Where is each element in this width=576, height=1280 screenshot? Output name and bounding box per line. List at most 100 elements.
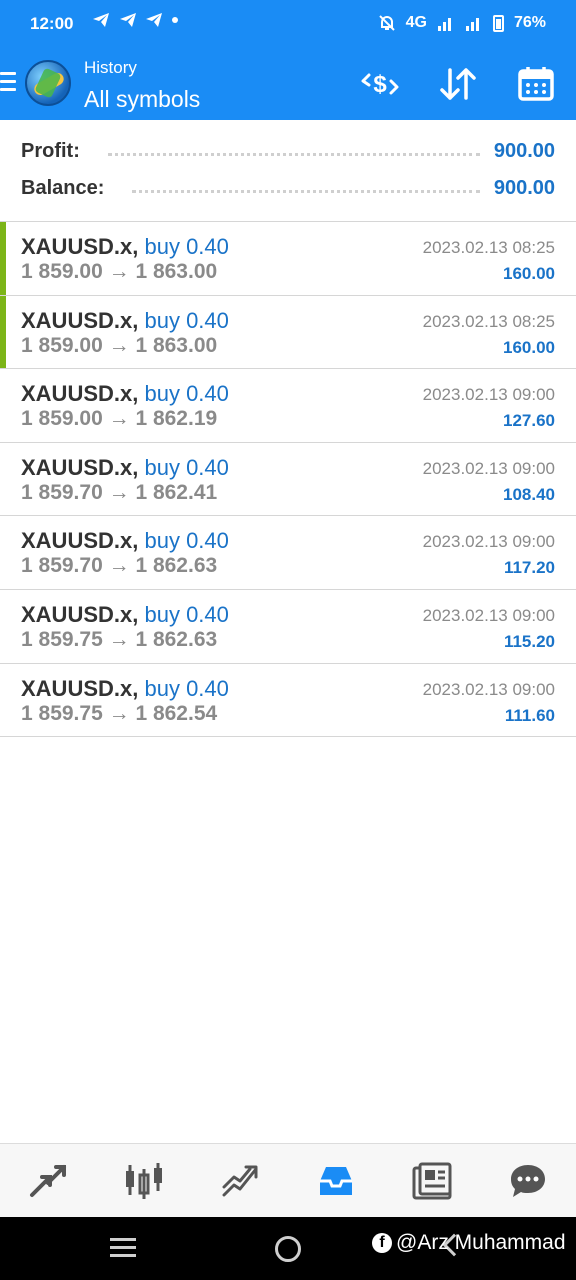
chat-icon[interactable] — [480, 1144, 576, 1217]
network-label: 4G — [405, 14, 427, 31]
menu-icon[interactable] — [0, 72, 16, 92]
deal-row[interactable]: XAUUSD.x, buy 0.40 1 859.00 → 1 863.00 202… — [0, 295, 576, 370]
deal-title: XAUUSD.x, buy 0.40 — [21, 308, 229, 334]
deal-symbol: XAUUSD.x, — [21, 454, 139, 480]
sort-icon[interactable] — [436, 62, 480, 106]
deal-row[interactable]: XAUUSD.x, buy 0.40 1 859.70 → 1 862.63 202… — [0, 516, 576, 590]
arrow-icon: → — [108, 407, 130, 431]
deal-type: buy 0.40 — [144, 307, 229, 333]
close-price: 1 862.63 — [135, 554, 218, 578]
arrow-icon: → — [108, 260, 130, 283]
deal-title: XAUUSD.x, buy 0.40 — [21, 602, 229, 628]
deal-type: buy 0.40 — [144, 381, 229, 407]
deal-marker — [0, 222, 6, 295]
open-price: 1 859.00 — [21, 333, 103, 357]
deal-prices: 1 859.70 → 1 862.63 — [21, 554, 217, 578]
close-price: 1 863.00 — [135, 333, 218, 357]
page-title[interactable]: All symbols — [84, 86, 200, 113]
deal-time: 2023.02.13 09:00 — [422, 385, 555, 405]
deal-prices: 1 859.75 → 1 862.54 — [21, 702, 217, 726]
home-icon[interactable] — [275, 1236, 301, 1262]
arrow-icon: → — [108, 627, 130, 651]
currency-exchange-icon[interactable]: $ — [358, 62, 402, 106]
open-price: 1 859.00 — [21, 260, 103, 283]
deal-marker — [0, 295, 6, 369]
calendar-icon[interactable] — [514, 62, 558, 106]
deal-type: buy 0.40 — [144, 454, 229, 480]
telegram-icon — [119, 13, 136, 27]
dot-icon — [172, 17, 179, 23]
news-icon[interactable] — [384, 1144, 480, 1217]
balance-row: Balance: 900.00 — [21, 173, 555, 203]
open-price: 1 859.70 — [21, 554, 103, 578]
deal-symbol: XAUUSD.x, — [21, 381, 139, 407]
deal-type: buy 0.40 — [144, 528, 229, 554]
arrow-icon: → — [108, 480, 130, 504]
telegram-icon — [93, 13, 109, 27]
chart-icon[interactable] — [96, 1144, 192, 1217]
deal-row[interactable]: XAUUSD.x, buy 0.40 1 859.70 → 1 862.41 202… — [0, 443, 576, 517]
app-bar: History All symbols $ — [0, 48, 576, 120]
quotes-icon[interactable] — [0, 1144, 96, 1217]
muted-bell-icon — [378, 15, 395, 31]
profit-value: 900.00 — [493, 139, 555, 162]
open-price: 1 859.75 — [21, 627, 103, 651]
balance-label: Balance: — [21, 176, 105, 199]
open-price: 1 859.75 — [21, 701, 103, 725]
status-bar: 12:00 4G 76% — [0, 0, 576, 48]
deal-row[interactable]: XAUUSD.x, buy 0.40 1 859.00 → 1 863.00 202… — [0, 222, 576, 296]
deal-time: 2023.02.13 09:00 — [422, 458, 555, 478]
close-price: 1 862.41 — [135, 480, 218, 504]
deal-title: XAUUSD.x, buy 0.40 — [21, 528, 229, 554]
watermark-text: @Arz Muhammad — [396, 1231, 566, 1254]
account-summary: Profit: 900.00 Balance: 900.00 — [0, 120, 576, 222]
deal-prices: 1 859.00 → 1 863.00 — [21, 260, 217, 284]
deal-symbol: XAUUSD.x, — [21, 307, 139, 333]
deal-type: buy 0.40 — [144, 234, 229, 259]
deal-title: XAUUSD.x, buy 0.40 — [21, 676, 229, 702]
deal-time: 2023.02.13 09:00 — [422, 532, 555, 552]
deal-row[interactable]: XAUUSD.x, buy 0.40 1 859.75 → 1 862.54 202… — [0, 664, 576, 738]
deal-profit: 127.60 — [503, 411, 555, 431]
battery-level: 76% — [513, 14, 546, 31]
top-bar: 12:00 4G 76% History All symbols $ — [0, 0, 576, 120]
deals-list: XAUUSD.x, buy 0.40 1 859.00 → 1 863.00 202… — [0, 222, 576, 738]
profit-row: Profit: 900.00 — [21, 136, 555, 166]
deal-title: XAUUSD.x, buy 0.40 — [21, 381, 229, 407]
facebook-icon: f — [372, 1233, 392, 1253]
deal-profit: 108.40 — [503, 484, 555, 504]
deal-prices: 1 859.70 → 1 862.41 — [21, 481, 217, 505]
close-price: 1 862.19 — [135, 407, 218, 431]
trade-icon[interactable] — [192, 1144, 288, 1217]
bottom-nav — [0, 1143, 576, 1217]
deal-profit: 160.00 — [503, 337, 555, 357]
system-nav-bar: f @Arz Muhammad — [0, 1217, 576, 1280]
deal-time: 2023.02.13 09:00 — [422, 605, 555, 625]
watermark: f @Arz Muhammad — [372, 1231, 566, 1255]
notification-icons — [92, 12, 179, 33]
deal-prices: 1 859.00 → 1 862.19 — [21, 407, 217, 431]
deal-profit: 111.60 — [504, 705, 555, 725]
profit-label: Profit: — [21, 139, 80, 162]
signal-icon — [437, 18, 451, 31]
recent-apps-icon[interactable] — [110, 1238, 136, 1258]
arrow-icon: → — [108, 333, 130, 357]
app-logo — [25, 60, 71, 106]
telegram-icon — [146, 13, 163, 27]
close-price: 1 862.54 — [135, 701, 218, 725]
dotted-leader — [107, 152, 480, 156]
deal-profit: 160.00 — [503, 264, 555, 283]
history-icon[interactable] — [288, 1144, 384, 1217]
deal-profit: 115.20 — [503, 631, 555, 651]
open-price: 1 859.00 — [21, 407, 103, 431]
deal-time: 2023.02.13 08:25 — [422, 238, 555, 257]
deal-title: XAUUSD.x, buy 0.40 — [21, 455, 229, 481]
deal-row[interactable]: XAUUSD.x, buy 0.40 1 859.00 → 1 862.19 202… — [0, 369, 576, 443]
deal-title: XAUUSD.x, buy 0.40 — [21, 234, 229, 260]
deal-profit: 117.20 — [503, 558, 555, 578]
signal-icon — [465, 18, 479, 31]
deal-time: 2023.02.13 09:00 — [422, 679, 555, 699]
balance-value: 900.00 — [493, 176, 555, 199]
deal-row[interactable]: XAUUSD.x, buy 0.40 1 859.75 → 1 862.63 202… — [0, 590, 576, 664]
deal-symbol: XAUUSD.x, — [21, 601, 139, 627]
